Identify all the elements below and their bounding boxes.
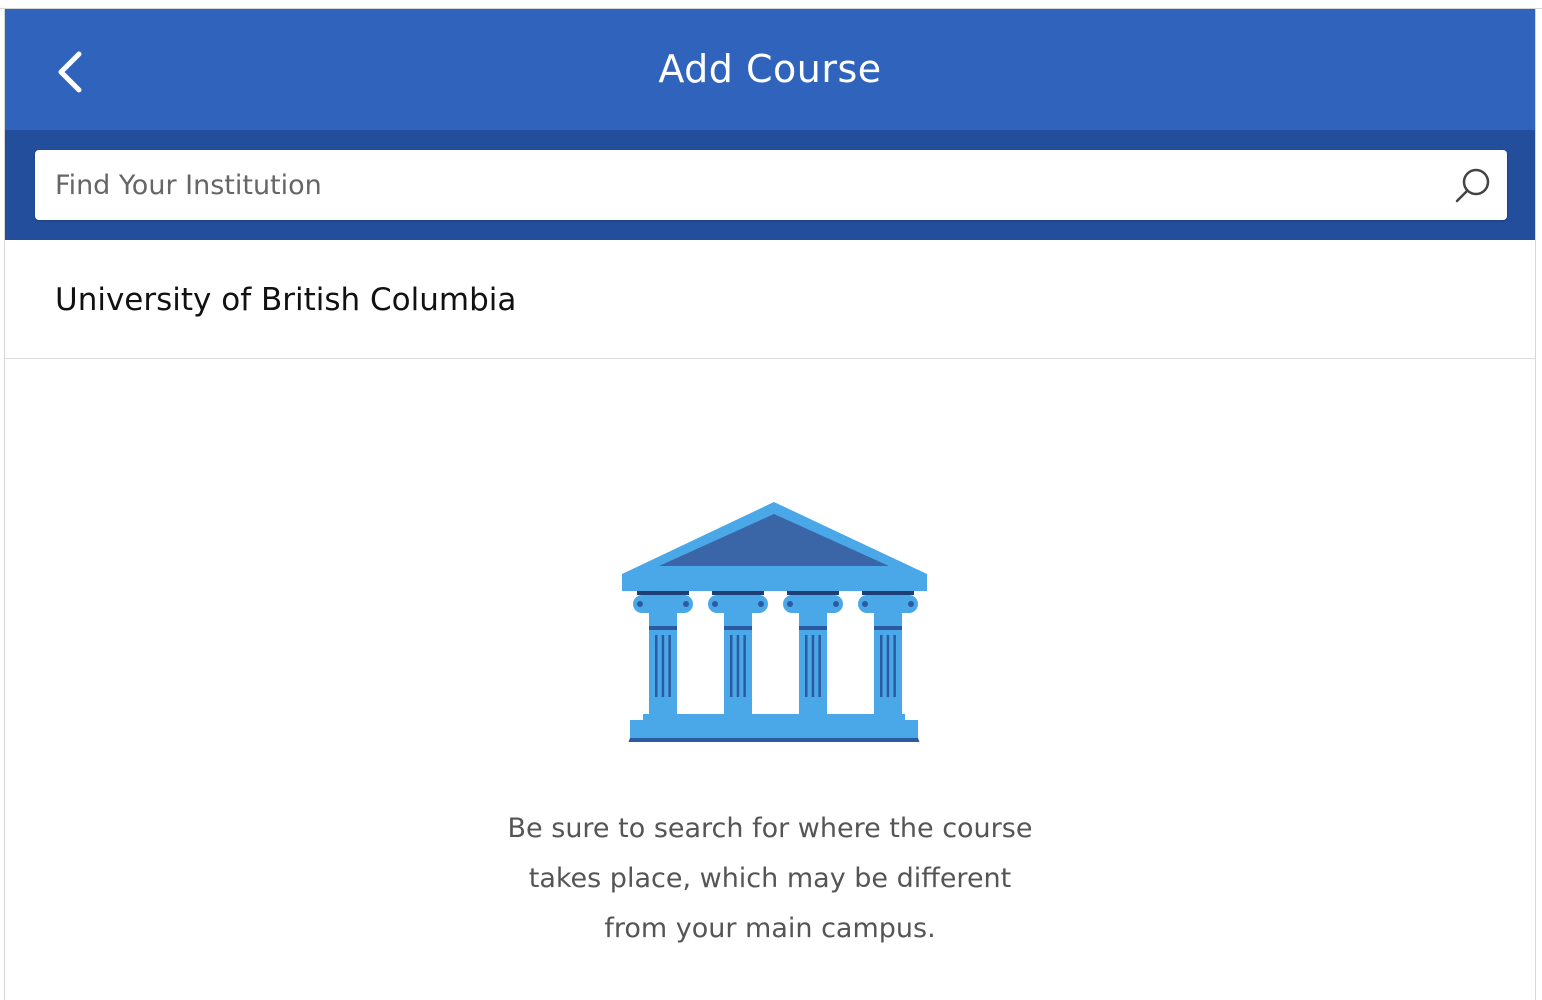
page-title: Add Course bbox=[658, 47, 882, 91]
helper-line: takes place, which may be different bbox=[528, 863, 1012, 894]
app-header: Add Course bbox=[5, 9, 1535, 130]
institution-name: University of British Columbia bbox=[55, 282, 517, 318]
helper-text: Be sure to search for where the course t… bbox=[405, 804, 1135, 954]
search-box bbox=[35, 150, 1507, 220]
app-panel: Add Course University of British Columbi… bbox=[4, 9, 1536, 1000]
helper-line: from your main campus. bbox=[604, 913, 936, 944]
list-item[interactable]: University of British Columbia bbox=[5, 240, 1535, 359]
search-icon[interactable] bbox=[1453, 166, 1493, 206]
window-top-edge bbox=[0, 0, 1542, 9]
search-input[interactable] bbox=[35, 150, 1435, 220]
institution-building-icon bbox=[622, 502, 927, 742]
helper-line: Be sure to search for where the course bbox=[507, 813, 1033, 844]
search-band bbox=[5, 130, 1535, 240]
